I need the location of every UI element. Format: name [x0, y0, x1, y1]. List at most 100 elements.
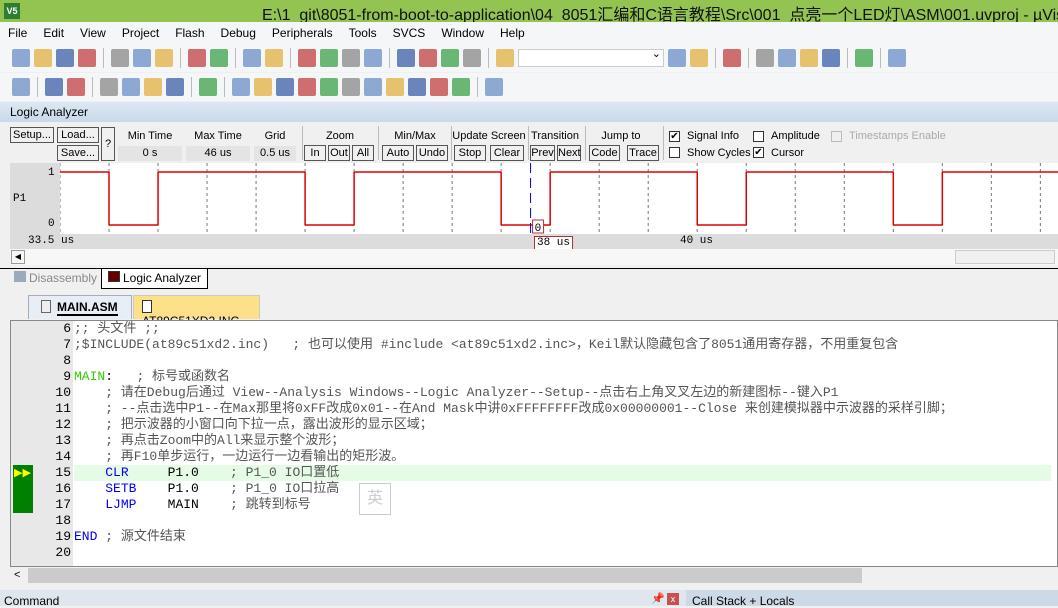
disable-all-breakpoints-icon[interactable]	[800, 49, 818, 67]
menu-project[interactable]: Project	[114, 26, 167, 40]
scroll-thumb[interactable]	[28, 568, 862, 583]
stop-icon[interactable]	[67, 78, 85, 96]
serial-window-icon[interactable]	[386, 78, 404, 96]
unindent-icon[interactable]	[419, 49, 437, 67]
cut-icon[interactable]	[111, 49, 129, 67]
trace-window-icon[interactable]	[430, 78, 448, 96]
code-editor[interactable]: ▶▶ 6;; 头文件 ;;7;$INCLUDE(at89c51xd2.inc) …	[10, 320, 1058, 567]
disassembly-window-icon[interactable]	[254, 78, 272, 96]
redo-icon[interactable]	[210, 49, 228, 67]
comment-icon[interactable]	[441, 49, 459, 67]
step-over-icon[interactable]	[122, 78, 140, 96]
menu-svcs[interactable]: SVCS	[385, 26, 434, 40]
copy-icon[interactable]	[133, 49, 151, 67]
registers-window-icon[interactable]	[298, 78, 316, 96]
code-line[interactable]: 10 ; 请在Debug后通过 View--Analysis Windows--…	[11, 385, 1051, 401]
cursor-checkbox[interactable]: ✔	[753, 147, 764, 158]
editor-scrollbar[interactable]: <	[10, 567, 1058, 584]
code-line[interactable]: 9 MAIN: ; 标号或函数名	[11, 369, 1051, 385]
find-combo[interactable]	[518, 47, 664, 67]
incremental-find-icon[interactable]	[690, 49, 708, 67]
memory-window-icon[interactable]	[364, 78, 382, 96]
menu-flash[interactable]: Flash	[167, 26, 212, 40]
pin-icon[interactable]: 📌	[651, 592, 665, 605]
scroll-thumb[interactable]	[955, 250, 1055, 264]
code-line[interactable]: 15 CLR P1.0 ; P1_0 IO口置低	[11, 465, 1051, 481]
save-icon[interactable]	[56, 49, 74, 67]
run-icon[interactable]	[45, 78, 63, 96]
waveform-plot[interactable]: 0	[60, 163, 1058, 234]
bookmark-icon[interactable]	[298, 49, 316, 67]
tab-logic-analyzer[interactable]: Logic Analyzer	[101, 269, 209, 289]
clear-bookmarks-icon[interactable]	[364, 49, 382, 67]
next-bookmark-icon[interactable]	[342, 49, 360, 67]
menu-file[interactable]: File	[0, 26, 35, 40]
uncomment-icon[interactable]	[463, 49, 481, 67]
code-line[interactable]: 14 ; 再F10单步运行，一边运行一边看输出的矩形波。	[11, 449, 1051, 465]
debug-session-icon[interactable]	[723, 49, 741, 67]
signal-list[interactable]: 1 P1 0	[10, 163, 60, 234]
kill-breakpoints-icon[interactable]	[822, 49, 840, 67]
analysis-window-icon[interactable]	[408, 78, 426, 96]
code-line[interactable]: 7 ;$INCLUDE(at89c51xd2.inc) ; 也可以使用 #incl…	[11, 337, 1051, 353]
next-transition-button[interactable]: Next	[557, 145, 581, 161]
code-line[interactable]: 19 END ; 源文件结束	[11, 529, 1051, 545]
help-button[interactable]: ?	[101, 127, 115, 161]
scroll-left-icon[interactable]: ◀	[11, 250, 25, 264]
menu-tools[interactable]: Tools	[341, 26, 385, 40]
zoom-all-button[interactable]: All	[352, 145, 374, 161]
code-line[interactable]: 18	[11, 513, 1051, 529]
show-cycles-checkbox[interactable]	[669, 147, 680, 158]
code-line[interactable]: 8	[11, 353, 1051, 369]
back-icon[interactable]	[243, 49, 261, 67]
menu-help[interactable]: Help	[492, 26, 533, 40]
menu-debug[interactable]: Debug	[213, 26, 264, 40]
system-viewer-icon[interactable]	[452, 78, 470, 96]
waveform-scrollbar[interactable]: ◀	[10, 249, 1058, 265]
open-folder-icon[interactable]	[34, 49, 52, 67]
symbols-window-icon[interactable]	[276, 78, 294, 96]
step-out-icon[interactable]	[144, 78, 162, 96]
auto-button[interactable]: Auto	[382, 145, 414, 161]
run-to-cursor-icon[interactable]	[166, 78, 184, 96]
zoom-in-button[interactable]: In	[304, 145, 326, 161]
paste-icon[interactable]	[155, 49, 173, 67]
tab-disassembly[interactable]: Disassembly	[10, 271, 97, 288]
menu-edit[interactable]: Edit	[35, 26, 72, 40]
code-line[interactable]: 12 ; 把示波器的小窗口向下拉一点，露出波形的显示区域；	[11, 417, 1051, 433]
jump-code-button[interactable]: Code	[589, 145, 620, 161]
tab-main-asm[interactable]: MAIN.ASM	[28, 295, 132, 319]
tab-at89c51xd2-inc[interactable]: AT89C51XD2.INC	[133, 295, 260, 328]
jump-trace-button[interactable]: Trace	[627, 145, 659, 161]
prev-bookmark-icon[interactable]	[320, 49, 338, 67]
prev-transition-button[interactable]: Prev	[530, 145, 555, 161]
save-button[interactable]: Save...	[57, 145, 99, 161]
setup-button[interactable]: Setup...	[10, 127, 54, 143]
code-line[interactable]: 13 ; 再点击Zoom中的All来显示整个波形；	[11, 433, 1051, 449]
watch-window-icon[interactable]	[342, 78, 360, 96]
menu-view[interactable]: View	[72, 26, 114, 40]
window-layout-icon[interactable]	[855, 49, 873, 67]
show-next-statement-icon[interactable]	[199, 78, 217, 96]
call-stack-icon[interactable]	[320, 78, 338, 96]
find-icon[interactable]	[668, 49, 686, 67]
code-line[interactable]: 16 SETB P1.0 ; P1_0 IO口拉高	[11, 481, 1051, 497]
disable-breakpoint-icon[interactable]	[778, 49, 796, 67]
toolbox-icon[interactable]	[485, 78, 503, 96]
menu-peripherals[interactable]: Peripherals	[264, 26, 341, 40]
find-in-files-icon[interactable]	[496, 49, 514, 67]
code-line[interactable]: 20	[11, 545, 1051, 561]
code-line[interactable]: 6;; 头文件 ;;	[11, 321, 1051, 337]
step-into-icon[interactable]	[100, 78, 118, 96]
undo-icon[interactable]	[188, 49, 206, 67]
amplitude-checkbox[interactable]	[753, 131, 764, 142]
signal-name-p1[interactable]: P1	[13, 193, 26, 205]
load-button[interactable]: Load...	[57, 127, 99, 143]
clear-button[interactable]: Clear	[490, 145, 524, 161]
breakpoint-icon[interactable]	[756, 49, 774, 67]
signal-info-checkbox[interactable]: ✔	[669, 131, 680, 142]
stop-button[interactable]: Stop	[454, 145, 486, 161]
zoom-out-button[interactable]: Out	[328, 145, 350, 161]
undo-button[interactable]: Undo	[416, 145, 448, 161]
close-icon[interactable]: x	[667, 593, 679, 605]
